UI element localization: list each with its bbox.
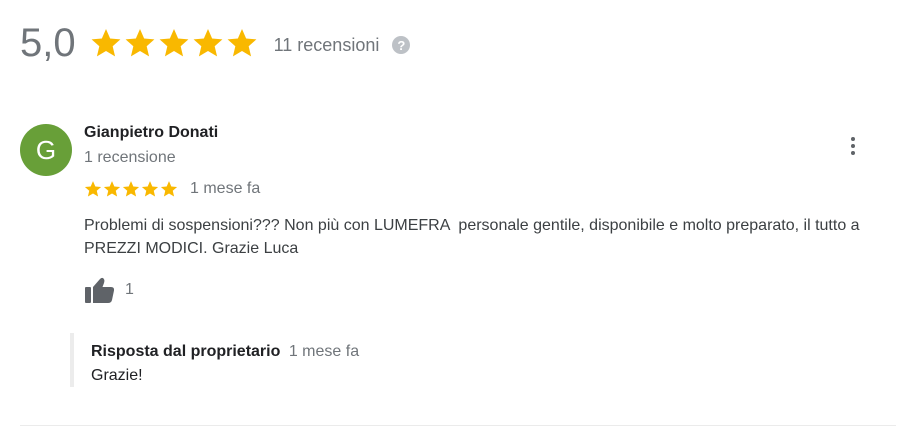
owner-response-date: 1 mese fa bbox=[288, 343, 360, 360]
star-icon bbox=[160, 181, 178, 197]
summary-stars bbox=[90, 27, 258, 59]
owner-response: Risposta dal proprietario 1 mese fa Graz… bbox=[70, 333, 474, 387]
rating-summary: 5,0 11 recensioni ? bbox=[20, 18, 411, 68]
star-icon bbox=[103, 181, 121, 197]
review-stars bbox=[84, 180, 178, 198]
star-icon bbox=[91, 29, 121, 57]
star-icon bbox=[141, 181, 159, 197]
help-icon[interactable]: ? bbox=[392, 36, 411, 54]
divider bbox=[20, 425, 896, 426]
avatar[interactable]: G bbox=[20, 124, 72, 176]
star-icon bbox=[159, 29, 189, 57]
thumbs-up-icon bbox=[85, 277, 115, 303]
review-rating: 1 mese fa bbox=[84, 180, 260, 198]
review-text: Problemi di sospensioni??? Non più con L… bbox=[84, 217, 865, 257]
review-date: 1 mese fa bbox=[190, 180, 261, 197]
owner-response-title: Risposta dal proprietario bbox=[91, 343, 281, 360]
like-count: 1 bbox=[125, 281, 134, 298]
author-review-count: 1 recensione bbox=[84, 149, 176, 166]
avatar-letter: G bbox=[35, 134, 57, 165]
star-icon bbox=[125, 29, 155, 57]
owner-response-header: Risposta dal proprietario 1 mese fa bbox=[91, 343, 359, 361]
star-icon bbox=[227, 29, 257, 57]
more-vertical-icon[interactable] bbox=[842, 132, 864, 160]
star-icon bbox=[84, 181, 102, 197]
star-icon bbox=[122, 181, 140, 197]
owner-response-text: Grazie! bbox=[91, 367, 143, 384]
star-icon bbox=[193, 29, 223, 57]
average-rating: 5,0 bbox=[20, 21, 76, 65]
reviews-panel: 5,0 11 recensioni ? G Gianpietro Donati … bbox=[0, 0, 900, 434]
author-name[interactable]: Gianpietro Donati bbox=[84, 124, 218, 142]
review-count[interactable]: 11 recensioni bbox=[274, 31, 380, 56]
like-button[interactable]: 1 bbox=[84, 276, 134, 304]
